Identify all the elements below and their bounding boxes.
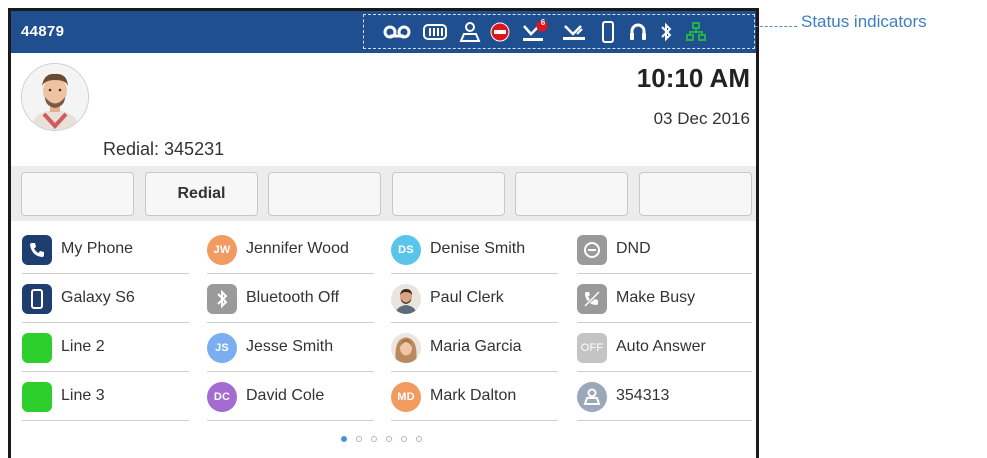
page-dot[interactable] — [386, 436, 392, 442]
divider — [391, 420, 558, 421]
dnd-icon — [577, 235, 607, 265]
softkey-1[interactable] — [21, 172, 134, 216]
callout-leader-line — [755, 26, 797, 27]
key-line-2[interactable]: Line 2 — [22, 324, 189, 372]
key-label: Line 2 — [61, 338, 105, 355]
off-badge-icon: OFF — [577, 333, 607, 363]
key-make-busy[interactable]: Make Busy — [577, 275, 752, 323]
key-label: Mark Dalton — [430, 387, 517, 404]
key-label: 354313 — [616, 387, 670, 404]
key-mark-dalton[interactable]: MD Mark Dalton — [391, 373, 558, 421]
key-auto-answer[interactable]: OFF Auto Answer — [577, 324, 752, 372]
contact-initials-avatar: DS — [391, 235, 421, 265]
bluetooth-icon — [655, 19, 677, 45]
user-avatar — [21, 63, 89, 131]
key-david-cole[interactable]: DC David Cole — [207, 373, 374, 421]
divider — [577, 420, 752, 421]
phone-screen: 44879 6 10:10 AM 03 Dec 2016 Redial: 345… — [8, 8, 759, 458]
page-indicator — [341, 436, 422, 442]
page-dot[interactable] — [371, 436, 377, 442]
key-label: Denise Smith — [430, 240, 526, 257]
key-label: Galaxy S6 — [61, 289, 135, 306]
dnd-icon — [488, 19, 512, 45]
page-dot[interactable] — [416, 436, 422, 442]
divider — [207, 420, 374, 421]
page-dot[interactable] — [356, 436, 362, 442]
softkey-3[interactable] — [268, 172, 381, 216]
headset-icon — [626, 19, 650, 45]
divider — [22, 371, 189, 372]
call-forward-icon — [559, 19, 589, 45]
contact-photo — [391, 333, 421, 363]
contact-initials-avatar: JS — [207, 333, 237, 363]
divider — [577, 371, 752, 372]
redial-info: Redial: 345231 — [103, 139, 225, 159]
key-label: Bluetooth Off — [246, 289, 340, 306]
line-status-icon — [22, 333, 52, 363]
contact-initials-avatar: MD — [391, 382, 421, 412]
phone-icon — [22, 235, 52, 265]
key-maria-garcia[interactable]: Maria Garcia — [391, 324, 558, 372]
line-status-icon — [22, 382, 52, 412]
key-line-3[interactable]: Line 3 — [22, 373, 189, 421]
key-jesse-smith[interactable]: JS Jesse Smith — [207, 324, 374, 372]
presence-icon — [457, 19, 483, 45]
user-icon — [577, 382, 607, 412]
softkey-5[interactable] — [515, 172, 628, 216]
softkey-4[interactable] — [392, 172, 505, 216]
clock-date: 03 Dec 2016 — [653, 109, 750, 128]
make-busy-icon — [577, 284, 607, 314]
status-indicators-area: 6 — [363, 14, 755, 49]
divider — [391, 371, 558, 372]
key-label: Jennifer Wood — [246, 240, 349, 257]
key-label: Jesse Smith — [246, 338, 334, 355]
divider — [577, 273, 752, 274]
divider — [22, 420, 189, 421]
battery-icon — [420, 19, 450, 45]
divider — [207, 371, 374, 372]
extension-number: 44879 — [21, 23, 65, 40]
callout-label: Status indicators — [801, 12, 927, 31]
softkey-bar: Redial — [11, 166, 756, 221]
key-label: David Cole — [246, 387, 325, 404]
divider — [207, 322, 374, 323]
key-354313[interactable]: 354313 — [577, 373, 752, 421]
divider — [391, 273, 558, 274]
divider — [391, 322, 558, 323]
key-paul-clerk[interactable]: Paul Clerk — [391, 275, 558, 323]
key-label: Auto Answer — [616, 338, 706, 355]
key-my-phone[interactable]: My Phone — [22, 226, 189, 274]
mobile-device-icon — [597, 19, 619, 45]
key-denise-smith[interactable]: DS Denise Smith — [391, 226, 558, 274]
voicemail-icon — [382, 19, 412, 45]
contact-initials-avatar: DC — [207, 382, 237, 412]
clock-time: 10:10 AM — [636, 63, 750, 93]
mobile-phone-icon — [22, 284, 52, 314]
key-label: Line 3 — [61, 387, 105, 404]
key-label: My Phone — [61, 240, 134, 257]
key-label: Make Busy — [616, 289, 696, 306]
key-label: Maria Garcia — [430, 338, 522, 355]
key-label: DND — [616, 240, 651, 257]
divider — [22, 273, 189, 274]
divider — [22, 322, 189, 323]
contact-photo — [391, 284, 421, 314]
page-dot[interactable] — [401, 436, 407, 442]
bluetooth-icon — [207, 284, 237, 314]
contact-initials-avatar: JW — [207, 235, 237, 265]
key-label: Paul Clerk — [430, 289, 504, 306]
key-dnd[interactable]: DND — [577, 226, 752, 274]
divider — [207, 273, 374, 274]
softkey-redial[interactable]: Redial — [145, 172, 258, 216]
status-bar: 44879 6 — [11, 11, 756, 53]
divider — [577, 322, 752, 323]
page-dot-active[interactable] — [341, 436, 347, 442]
key-galaxy-s6[interactable]: Galaxy S6 — [22, 275, 189, 323]
softkey-6[interactable] — [639, 172, 752, 216]
key-jennifer-wood[interactable]: JW Jennifer Wood — [207, 226, 374, 274]
missed-count-badge: 6 — [540, 18, 546, 27]
key-bluetooth-off[interactable]: Bluetooth Off — [207, 275, 374, 323]
network-icon — [684, 19, 708, 45]
